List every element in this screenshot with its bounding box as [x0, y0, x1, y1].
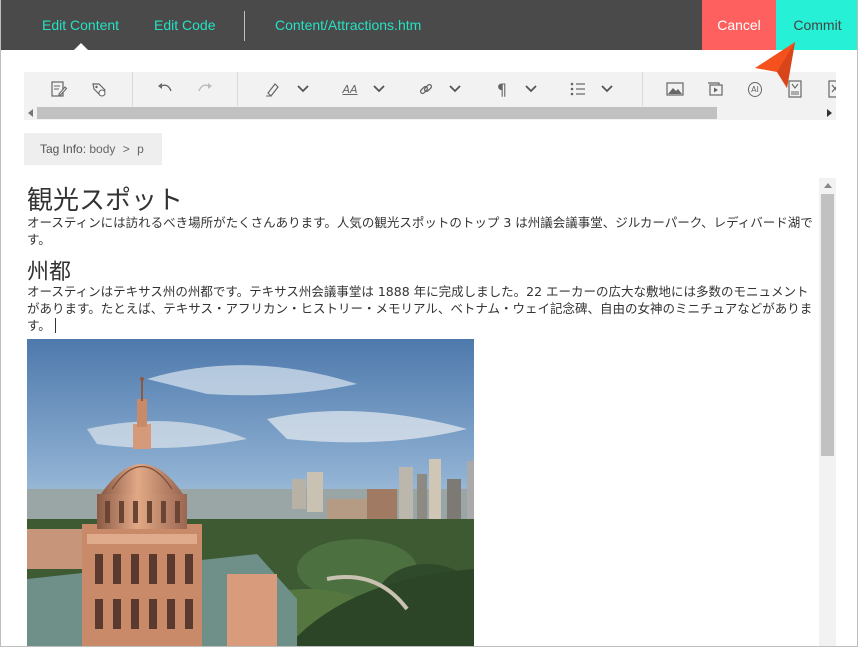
toolbar-divider	[642, 72, 643, 106]
scroll-up-icon[interactable]	[824, 183, 832, 188]
dropdown-chevron-icon[interactable]	[594, 76, 620, 102]
link-icon[interactable]	[413, 76, 439, 102]
toolbar-horizontal-scrollbar[interactable]	[24, 106, 836, 120]
dropdown-chevron-icon[interactable]	[518, 76, 544, 102]
editor-window: Edit Content Edit Code Content/Attractio…	[0, 0, 858, 647]
scrollbar-thumb[interactable]	[37, 107, 717, 119]
header-divider	[244, 11, 245, 41]
text-format-icon[interactable]: AA	[337, 76, 363, 102]
formatting-toolbar: AA ¶ AI	[24, 72, 836, 106]
undo-icon[interactable]	[152, 76, 178, 102]
dropdown-chevron-icon[interactable]	[290, 76, 316, 102]
scrollbar-thumb[interactable]	[821, 194, 834, 456]
tag-info-label: Tag Info:	[40, 142, 87, 156]
toolbar-divider	[132, 72, 133, 106]
text-cursor	[54, 318, 56, 333]
media-icon[interactable]	[702, 76, 728, 102]
heading-attractions[interactable]: 観光スポット	[27, 180, 183, 217]
scroll-right-icon[interactable]	[827, 109, 832, 117]
dropdown-chevron-icon[interactable]	[442, 76, 468, 102]
paragraph-capital[interactable]: オースティンはテキサス州の州都です。テキサス州会議事堂は 1888 年に完成しま…	[27, 283, 817, 334]
breadcrumb-item[interactable]: p	[137, 142, 144, 156]
file-path-link[interactable]: Content/Attractions.htm	[275, 0, 421, 50]
tab-edit-code[interactable]: Edit Code	[154, 0, 215, 50]
paragraph-icon[interactable]: ¶	[489, 76, 515, 102]
content-vertical-scrollbar[interactable]	[819, 178, 836, 646]
tag-info-breadcrumb: Tag Info: body > p	[24, 133, 162, 165]
pointer-arrow-icon	[755, 42, 795, 88]
list-icon[interactable]	[565, 76, 591, 102]
edit-source-icon[interactable]	[46, 76, 72, 102]
breadcrumb-item[interactable]: body	[89, 142, 115, 156]
excel-icon[interactable]	[822, 76, 836, 102]
page-settings-icon[interactable]	[86, 76, 112, 102]
tab-edit-content[interactable]: Edit Content	[42, 0, 119, 50]
highlight-icon[interactable]	[260, 76, 286, 102]
dropdown-chevron-icon[interactable]	[366, 76, 392, 102]
paragraph-capital-text: オースティンはテキサス州の州都です。テキサス州会議事堂は 1888 年に完成しま…	[27, 284, 813, 333]
toolbar-divider	[237, 72, 238, 106]
breadcrumb-separator: >	[122, 142, 130, 156]
scroll-left-icon[interactable]	[28, 109, 33, 117]
heading-capital[interactable]: 州都	[27, 254, 71, 286]
capitol-photo[interactable]	[27, 339, 474, 646]
image-icon[interactable]	[662, 76, 688, 102]
redo-icon[interactable]	[192, 76, 218, 102]
editor-header: Edit Content Edit Code Content/Attractio…	[1, 0, 857, 50]
paragraph-intro[interactable]: オースティンには訪れるべき場所がたくさんあります。人気の観光スポットのトップ 3…	[27, 214, 817, 248]
editable-content-area[interactable]: 観光スポット オースティンには訪れるべき場所がたくさんあります。人気の観光スポッ…	[24, 177, 820, 646]
